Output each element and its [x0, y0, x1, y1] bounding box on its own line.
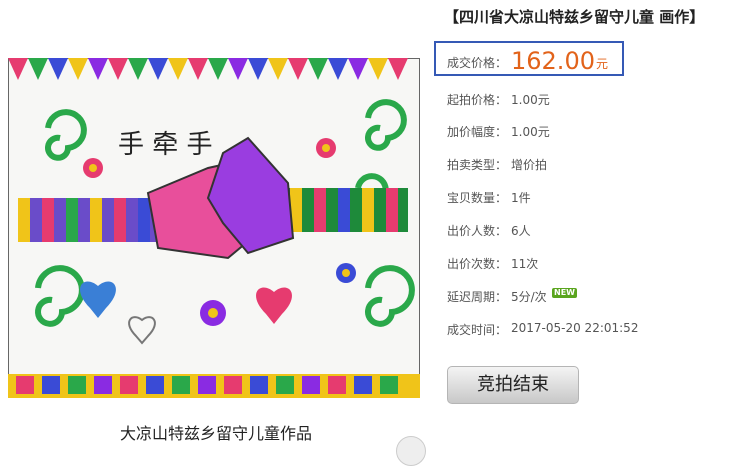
auction-type-label: 拍卖类型： — [447, 158, 508, 172]
deal-time-label: 成交时间： — [447, 323, 508, 337]
auction-type-value: 增价拍 — [511, 158, 548, 172]
final-price-unit: 元 — [596, 57, 609, 71]
quantity-label: 宝贝数量： — [447, 191, 508, 205]
new-badge: NEW — [552, 288, 577, 298]
zoom-icon[interactable] — [396, 436, 426, 466]
image-caption: 大凉山特兹乡留守儿童作品 — [119, 424, 312, 443]
bid-count-value: 11次 — [511, 257, 539, 271]
extend-period-label: 延迟周期： — [447, 290, 508, 304]
art-text: 手 牵 手 — [118, 130, 213, 160]
extend-period-value: 5分/次 — [511, 290, 547, 304]
bottom-border — [8, 374, 420, 398]
increment-value: 1.00元 — [511, 125, 550, 139]
bidders-value: 6人 — [511, 224, 531, 238]
bid-count-label: 出价次数： — [447, 257, 508, 271]
product-image-panel: 手 牵 手 大凉山特兹乡留守儿童作品 — [0, 40, 432, 466]
final-price-value: 162.00 — [511, 47, 595, 75]
item-title: 【四川省大凉山特兹乡留守儿童 画作】 — [444, 8, 705, 26]
start-price-value: 1.00元 — [511, 93, 550, 107]
start-price-label: 起拍价格： — [447, 93, 508, 107]
final-price-label: 成交价格： — [447, 56, 508, 70]
increment-label: 加价幅度： — [447, 125, 508, 139]
artwork-image[interactable]: 手 牵 手 — [8, 58, 420, 398]
quantity-value: 1件 — [511, 191, 531, 205]
deal-time-value: 2017-05-20 22:01:52 — [511, 321, 639, 335]
bidders-label: 出价人数： — [447, 224, 508, 238]
auction-ended-button[interactable]: 竞拍结束 — [447, 366, 579, 404]
